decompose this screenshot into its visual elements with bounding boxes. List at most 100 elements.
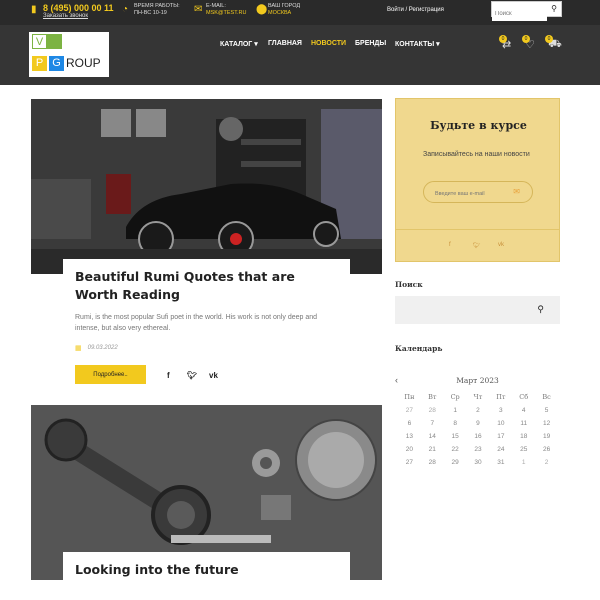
calendar-weekday: Пн bbox=[404, 393, 415, 401]
calendar-weekday: Сб bbox=[519, 393, 529, 401]
phone-number[interactable]: 8 (495) 000 00 11 bbox=[43, 3, 114, 13]
search-heading: Поиск bbox=[395, 280, 423, 289]
nav-brands[interactable]: БРЕНДЫ bbox=[355, 40, 386, 47]
mail-icon: ✉ bbox=[194, 4, 203, 15]
cart-icon[interactable]: ⛟ 0 bbox=[545, 35, 562, 52]
favorites-badge: 0 bbox=[522, 35, 530, 43]
calendar-day[interactable]: 27 bbox=[398, 406, 421, 415]
calendar-day[interactable]: 4 bbox=[512, 406, 535, 415]
hours-label: Время работы: bbox=[134, 3, 180, 9]
top-bar: ▮ 8 (495) 000 00 11 Заказать звонок ◔ Вр… bbox=[0, 0, 600, 25]
post-card: Looking into the future bbox=[63, 552, 350, 600]
hours-block: ◔ Время работы: ПН-ВС 10-19 bbox=[122, 3, 180, 17]
calendar-day[interactable]: 7 bbox=[421, 419, 444, 428]
callback-link[interactable]: Заказать звонок bbox=[43, 13, 114, 20]
calendar-day[interactable]: 19 bbox=[535, 432, 558, 441]
read-more-button[interactable]: Подробнее.. bbox=[75, 365, 146, 384]
subscribe-email-input[interactable] bbox=[424, 184, 504, 204]
email-block: ✉ E-mail: msk@test.ru bbox=[194, 3, 246, 17]
calendar-icon: ▦ bbox=[75, 345, 82, 352]
calendar-day[interactable]: 20 bbox=[398, 445, 421, 454]
hours-value: ПН-ВС 10-19 bbox=[134, 10, 167, 16]
calendar-day[interactable]: 26 bbox=[535, 445, 558, 454]
calendar-day[interactable]: 9 bbox=[467, 419, 490, 428]
nav-catalog[interactable]: КАТАЛОГ ▾ bbox=[220, 40, 258, 48]
location-pin-icon: ⬤ bbox=[256, 4, 268, 15]
calendar-day[interactable]: 17 bbox=[489, 432, 512, 441]
calendar-heading: Календарь bbox=[395, 344, 443, 353]
email-value[interactable]: msk@test.ru bbox=[206, 10, 246, 17]
city-block: ⬤ Ваш город Москва bbox=[256, 3, 300, 17]
nav-news[interactable]: НОВОСТИ bbox=[311, 40, 346, 47]
calendar-day[interactable]: 2 bbox=[467, 406, 490, 415]
calendar-day[interactable]: 21 bbox=[421, 445, 444, 454]
logo-letter-g: G bbox=[49, 56, 64, 71]
nav-home[interactable]: ГЛАВНАЯ bbox=[268, 40, 302, 47]
calendar-day[interactable]: 10 bbox=[489, 419, 512, 428]
calendar-weekday: Вс bbox=[542, 393, 551, 401]
calendar-day[interactable]: 11 bbox=[512, 419, 535, 428]
logo-letter-v: V bbox=[32, 34, 47, 49]
facebook-icon[interactable]: f bbox=[167, 371, 170, 380]
post-title[interactable]: Looking into the future bbox=[75, 561, 338, 579]
login-link[interactable]: Войти / Регистрация bbox=[387, 7, 444, 13]
search-icon[interactable]: ⚲ bbox=[537, 304, 544, 315]
subscribe-title: Будьте в курсе bbox=[430, 119, 527, 132]
post-date-value: 09.03.2022 bbox=[87, 345, 118, 351]
vk-icon[interactable]: vk bbox=[498, 242, 504, 248]
calendar-day[interactable]: 24 bbox=[489, 445, 512, 454]
calendar-day[interactable]: 28 bbox=[421, 458, 444, 467]
calendar-day[interactable]: 31 bbox=[489, 458, 512, 467]
search-icon[interactable]: ⚲ bbox=[551, 4, 557, 13]
calendar-weekday: Вт bbox=[428, 393, 437, 401]
heart-icon[interactable]: ♡ 0 bbox=[522, 35, 535, 51]
calendar-day[interactable]: 25 bbox=[512, 445, 535, 454]
top-search-input[interactable] bbox=[492, 7, 547, 21]
calendar-day[interactable]: 30 bbox=[467, 458, 490, 467]
phone-block: ▮ 8 (495) 000 00 11 Заказать звонок bbox=[31, 3, 114, 20]
calendar-day[interactable]: 1 bbox=[444, 406, 467, 415]
envelope-icon[interactable]: ✉ bbox=[513, 187, 520, 196]
calendar-day[interactable]: 2 bbox=[535, 458, 558, 467]
calendar-weekday: Чт bbox=[473, 393, 483, 401]
logo[interactable]: V P G ROUP bbox=[29, 32, 109, 77]
calendar-day[interactable]: 3 bbox=[489, 406, 512, 415]
calendar-day[interactable]: 18 bbox=[512, 432, 535, 441]
calendar-day[interactable]: 29 bbox=[444, 458, 467, 467]
calendar-weekday: Ср bbox=[450, 393, 460, 401]
post-title[interactable]: Beautiful Rumi Quotes that are Worth Rea… bbox=[75, 268, 338, 304]
calendar-day[interactable]: 16 bbox=[467, 432, 490, 441]
calendar-day[interactable]: 23 bbox=[467, 445, 490, 454]
calendar-day[interactable]: 8 bbox=[444, 419, 467, 428]
post-excerpt: Rumi, is the most popular Sufi poet in t… bbox=[75, 314, 318, 332]
calendar-day[interactable]: 27 bbox=[398, 458, 421, 467]
facebook-icon[interactable]: f bbox=[449, 242, 451, 248]
sidebar-search: ⚲ bbox=[395, 296, 560, 324]
calendar-weekday: Пт bbox=[496, 393, 506, 401]
main-header: V P G ROUP КАТАЛОГ ▾ ГЛАВНАЯ НОВОСТИ БРЕ… bbox=[0, 25, 600, 85]
calendar-day[interactable]: 1 bbox=[512, 458, 535, 467]
garage-car-illustration bbox=[31, 99, 382, 274]
post-date: ▦ 09.03.2022 bbox=[75, 344, 338, 352]
calendar-day[interactable]: 5 bbox=[535, 406, 558, 415]
vk-icon[interactable]: vk bbox=[209, 371, 218, 380]
calendar-day[interactable]: 6 bbox=[398, 419, 421, 428]
calendar-day[interactable]: 22 bbox=[444, 445, 467, 454]
compare-badge: 0 bbox=[499, 35, 507, 43]
calendar-day[interactable]: 28 bbox=[421, 406, 444, 415]
post-image-garage[interactable] bbox=[31, 99, 382, 274]
calendar-day[interactable]: 15 bbox=[444, 432, 467, 441]
nav-contacts[interactable]: КОНТАКТЫ ▾ bbox=[395, 40, 440, 48]
phone-icon: ▮ bbox=[31, 4, 37, 15]
top-search: ⚲ bbox=[491, 1, 562, 21]
twitter-icon[interactable]: 🐦︎ bbox=[187, 371, 197, 380]
compare-icon[interactable]: ⇄ 0 bbox=[499, 35, 511, 51]
sidebar-search-input[interactable] bbox=[395, 296, 525, 324]
cart-badge: 0 bbox=[545, 35, 553, 43]
calendar-day[interactable]: 14 bbox=[421, 432, 444, 441]
twitter-icon[interactable]: 🐦︎ bbox=[473, 242, 481, 249]
city-value[interactable]: Москва bbox=[268, 10, 300, 17]
calendar-day[interactable]: 13 bbox=[398, 432, 421, 441]
logo-letter-p: P bbox=[32, 56, 47, 71]
calendar-day[interactable]: 12 bbox=[535, 419, 558, 428]
